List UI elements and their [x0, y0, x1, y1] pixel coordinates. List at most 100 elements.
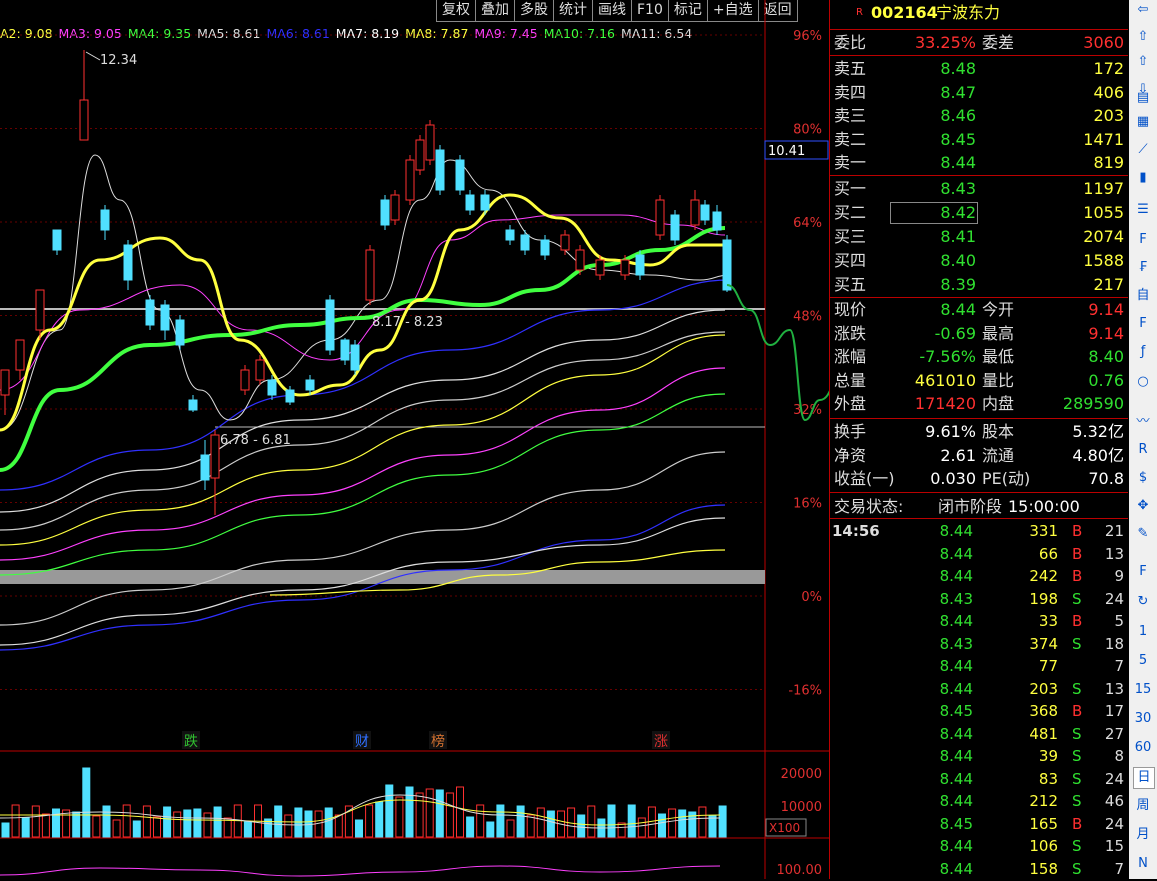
arrow-up-outline-icon[interactable]: ⇧: [1133, 52, 1153, 72]
period-label[interactable]: 5: [1133, 651, 1153, 671]
value: 5.32亿: [1072, 422, 1124, 441]
volume-bar: [385, 784, 394, 838]
label: 股本: [982, 422, 1015, 441]
label: 卖一: [834, 153, 867, 172]
report-icon[interactable]: ▤: [1133, 88, 1153, 108]
money-icon[interactable]: $: [1133, 468, 1153, 488]
volume-bar: [607, 804, 616, 838]
candle-body: [415, 139, 425, 171]
candle-body: [390, 194, 400, 221]
candle-body: [145, 299, 155, 326]
value: 8.44: [939, 567, 973, 585]
label: 卖二: [834, 129, 867, 149]
candle-body: [670, 214, 680, 241]
volume-bar: [536, 807, 545, 838]
value: 8.44: [939, 679, 973, 698]
value: 203: [1029, 679, 1058, 698]
value: 39: [1038, 747, 1058, 765]
candle-body: [560, 234, 570, 251]
label: 外盘: [834, 394, 867, 413]
tick-side: S: [1072, 769, 1082, 788]
tick-time: 14:56: [832, 522, 880, 540]
circle-icon[interactable]: ○: [1133, 372, 1153, 392]
period-label[interactable]: 日: [1133, 767, 1155, 789]
kline-chart[interactable]: 128%112%96%80%64%48%32%16%0%-16%10.41200…: [0, 0, 829, 879]
value: 158: [1029, 859, 1058, 878]
f12-icon[interactable]: F: [1133, 314, 1153, 334]
tick-row: 8.44 242 B 9: [830, 565, 1128, 588]
value: 331: [1029, 522, 1058, 540]
period-label[interactable]: 30: [1133, 709, 1153, 729]
current-price-tag: 10.41: [768, 144, 805, 159]
value: 1197: [1083, 179, 1124, 198]
value: 461010: [914, 370, 976, 390]
value: 242: [1029, 567, 1058, 585]
event-marker[interactable]: 涨: [654, 734, 668, 750]
period-label[interactable]: 60: [1133, 738, 1153, 758]
table-icon[interactable]: ▦: [1133, 112, 1153, 132]
value: 8.48: [940, 59, 976, 78]
ma4-line: [0, 226, 726, 472]
separator: [830, 518, 1128, 519]
value: 368: [1029, 702, 1058, 720]
period-label[interactable]: N: [1133, 854, 1153, 874]
volume-bar: [1, 822, 10, 838]
self-select-icon[interactable]: 自: [1133, 286, 1153, 306]
value: 406: [1093, 82, 1124, 102]
candle-body: [700, 204, 710, 221]
f10-icon[interactable]: F: [1133, 230, 1153, 250]
tick-row: 8.45 368 B 17: [830, 700, 1128, 723]
period-label[interactable]: 周: [1133, 796, 1153, 816]
period-label[interactable]: 月: [1133, 825, 1153, 845]
quote-row: 外盘 171420 内盘 289590: [830, 392, 1128, 415]
volume-bar: [355, 819, 363, 838]
arrow-up-icon[interactable]: ⇧: [1133, 27, 1153, 47]
ask-row: 卖三 8.46 203: [830, 104, 1128, 127]
value: 24: [1104, 814, 1124, 833]
fund-row: 净资 2.61 流通 4.80亿: [830, 444, 1128, 467]
value: 8.39: [940, 275, 976, 294]
event-marker[interactable]: 跌: [184, 734, 198, 750]
candle-chart-icon[interactable]: ▮: [1133, 168, 1153, 188]
volume-bar: [718, 805, 727, 838]
quote-row: 现价 8.44 今开 9.14: [830, 298, 1128, 321]
fx-icon[interactable]: ƒ: [1133, 342, 1153, 362]
value: 8.41: [940, 227, 976, 246]
quote-panel: R 002164 宁波东力 委比 33.25% 委差 3060 卖五 8.48 172 卖四 8.47…: [829, 0, 1130, 879]
trade-status-value: 闭市阶段: [938, 497, 1003, 516]
candle-body: [79, 99, 89, 141]
period-label[interactable]: 1: [1133, 622, 1153, 642]
candle-body: [240, 369, 250, 391]
pencil-icon[interactable]: ✎: [1133, 524, 1153, 544]
volume-bar: [132, 820, 141, 838]
value: 8.45: [940, 129, 976, 149]
label: 买四: [834, 251, 867, 270]
event-marker[interactable]: 财: [355, 734, 369, 750]
volume-bar: [375, 801, 384, 838]
tick-row: 8.44 481 S 27: [830, 723, 1128, 746]
high-price-label: 12.34: [100, 53, 137, 68]
stock-header: R 002164 宁波东力: [830, 1, 1128, 24]
period-label[interactable]: 15: [1133, 680, 1153, 700]
finance-icon[interactable]: ₣: [1133, 258, 1153, 278]
value: 2.61: [940, 445, 976, 465]
tick-row: 8.45 165 B 24: [830, 813, 1128, 836]
candle-body: [505, 229, 515, 241]
value: 9.14: [1088, 323, 1124, 343]
value: 9.61%: [925, 422, 976, 441]
bid-row: 买二 8.42 1055: [830, 201, 1128, 224]
bid-row: 买三 8.41 2074: [830, 225, 1128, 248]
label: 买一: [834, 179, 867, 198]
move-icon[interactable]: ✥: [1133, 496, 1153, 516]
value: -0.69: [934, 323, 976, 343]
line-chart-icon[interactable]: ⟋: [1133, 140, 1153, 160]
list-icon[interactable]: ☰: [1133, 200, 1153, 220]
wave-icon[interactable]: 〰: [1133, 412, 1153, 432]
refresh-icon[interactable]: ↻: [1133, 592, 1153, 612]
value: 7: [1114, 657, 1124, 675]
arrow-left-icon[interactable]: ⇦: [1133, 0, 1153, 20]
f5-icon[interactable]: F: [1133, 562, 1153, 582]
volume-bar: [658, 813, 666, 838]
rsi-icon[interactable]: R: [1133, 440, 1153, 460]
event-marker[interactable]: 榜: [431, 733, 445, 750]
